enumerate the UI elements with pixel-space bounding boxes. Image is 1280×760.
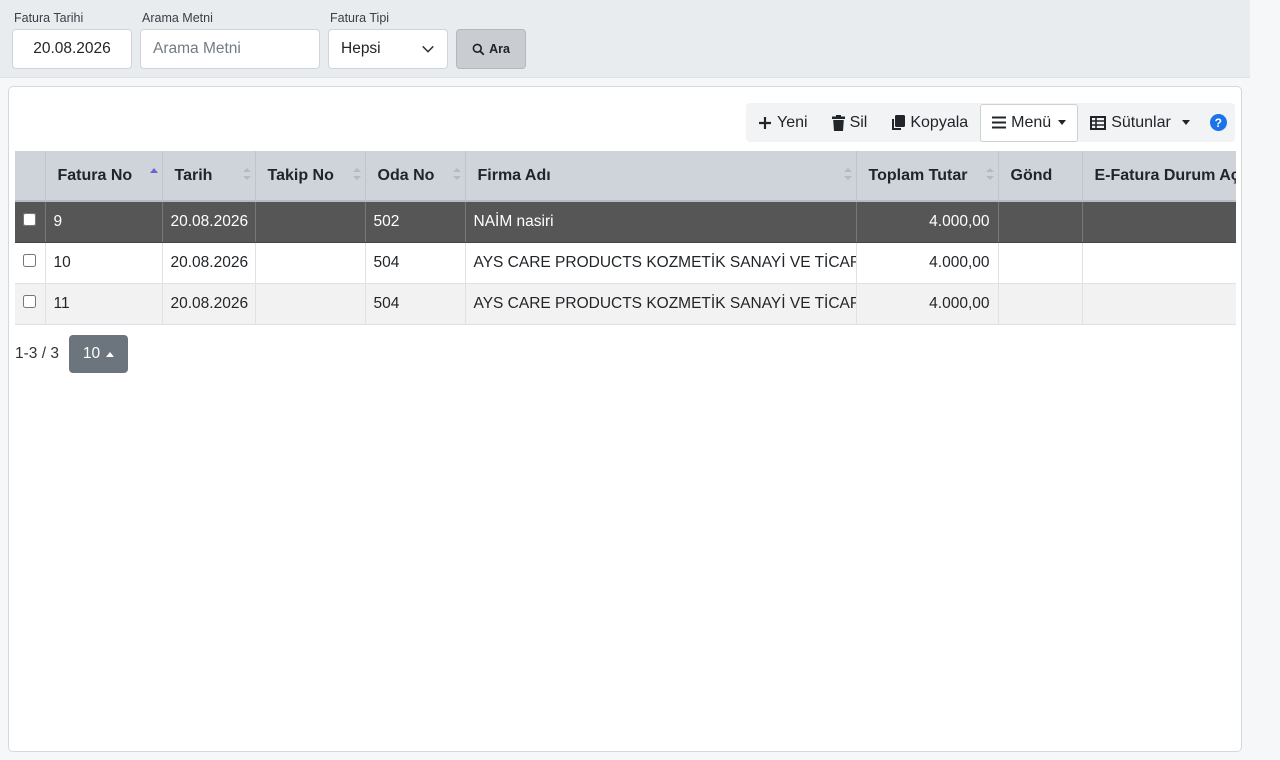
row-checkbox[interactable] [23,212,37,226]
row-select-cell [15,201,46,243]
delete-button[interactable]: Sil [820,103,880,142]
table-icon [1090,115,1107,130]
header-label: Tarih [174,166,213,184]
header-gond[interactable]: Gönd [998,151,1083,202]
pagination: 1-3 / 3 10 [15,335,128,373]
header-select [15,151,46,202]
menu-button-label: Menü [1011,113,1052,131]
cell-oda-no: 502 [365,201,466,243]
header-tarih[interactable]: Tarih [162,151,256,202]
sort-asc-icon [149,168,158,173]
sort-icon [843,168,852,180]
header-label: E-Fatura Durum Açıklama [1094,166,1237,184]
invoice-table-wrapper: Fatura No Tarih Takip No Oda No Firma Ad… [15,151,1236,327]
cell-efatura-durum [1082,283,1236,325]
sort-icon [352,168,361,180]
copy-button[interactable]: Kopyala [879,103,980,142]
hamburger-icon [992,116,1007,129]
cell-tarih: 20.08.2026 [162,201,256,243]
cell-firma-adi: AYS CARE PRODUCTS KOZMETİK SANAYİ VE TİC… [465,283,857,325]
search-button[interactable]: Ara [456,29,526,69]
table-header-row: Fatura No Tarih Takip No Oda No Firma Ad… [15,151,1237,202]
cell-firma-adi: AYS CARE PRODUCTS KOZMETİK SANAYİ VE TİC… [465,242,857,284]
row-select-cell [15,242,46,284]
invoice-type-label: Fatura Tipi [330,11,390,25]
page-size-button[interactable]: 10 [68,335,128,373]
header-firma-adi[interactable]: Firma Adı [465,151,857,202]
search-button-label: Ara [489,42,510,56]
cell-fatura-no: 11 [45,283,163,325]
page-size-value: 10 [82,345,101,362]
header-label: Gönd [1010,166,1053,184]
row-select-cell [15,283,46,325]
delete-button-label: Sil [849,113,868,131]
header-label: Oda No [377,166,435,184]
copy-button-label: Kopyala [910,113,969,131]
cell-efatura-durum [1082,242,1236,284]
header-oda-no[interactable]: Oda No [365,151,466,202]
cell-efatura-durum [1082,201,1236,243]
table-row[interactable]: 10 20.08.2026 504 AYS CARE PRODUCTS KOZM… [15,242,1236,284]
cell-tarih: 20.08.2026 [162,242,256,284]
caret-up-icon [106,351,115,357]
cell-fatura-no: 9 [45,201,163,243]
cell-fatura-no: 10 [45,242,163,284]
header-fatura-no[interactable]: Fatura No [45,151,163,202]
search-text-label: Arama Metni [142,11,213,25]
invoice-date-input[interactable]: 20.08.2026 [12,29,132,69]
header-label: Takip No [267,166,334,184]
cell-oda-no: 504 [365,242,466,284]
header-label: Fatura No [57,166,133,184]
copy-icon [892,114,906,130]
new-button[interactable]: Yeni [746,103,820,142]
cell-gond [998,242,1083,284]
cell-gond [998,283,1083,325]
cell-takip-no [255,283,366,325]
cell-tarih: 20.08.2026 [162,283,256,325]
columns-button[interactable]: Sütunlar [1078,103,1202,142]
plus-icon [759,116,771,129]
menu-button[interactable]: Menü [980,103,1079,142]
filter-bar: Fatura Tarihi 20.08.2026 Arama Metni Ara… [0,0,1250,78]
cell-toplam-tutar: 4.000,00 [856,283,999,325]
table-row[interactable]: 11 20.08.2026 504 AYS CARE PRODUCTS KOZM… [15,283,1236,325]
cell-takip-no [255,201,366,243]
caret-down-icon [1058,120,1067,125]
caret-down-icon [1181,120,1190,125]
cell-gond [998,201,1083,243]
row-checkbox[interactable] [23,253,37,267]
cell-oda-no: 504 [365,283,466,325]
toolbar: Yeni Sil Kopyala Menü Sütunlar ? [746,103,1235,142]
trash-icon [831,114,845,131]
header-takip-no[interactable]: Takip No [255,151,366,202]
sort-icon [985,168,994,180]
header-toplam-tutar[interactable]: Toplam Tutar [856,151,999,202]
sort-icon [452,168,461,180]
invoice-type-value: Hepsi [341,40,381,57]
new-button-label: Yeni [777,113,808,131]
row-checkbox[interactable] [23,294,37,308]
header-label: Firma Adı [477,166,551,184]
invoice-type-select[interactable]: Hepsi [328,29,448,69]
search-icon [472,43,485,55]
pagination-info: 1-3 / 3 [15,345,59,362]
columns-button-label: Sütunlar [1111,113,1171,131]
cell-takip-no [255,242,366,284]
table-row[interactable]: 9 20.08.2026 502 NAİM nasiri 4.000,00 [15,201,1236,243]
chevron-down-icon [422,45,434,53]
header-efatura-durum[interactable]: E-Fatura Durum Açıklama [1082,151,1237,202]
cell-firma-adi: NAİM nasiri [465,201,857,243]
header-label: Toplam Tutar [868,166,968,184]
cell-toplam-tutar: 4.000,00 [856,201,999,243]
sort-icon [242,168,251,180]
invoice-list-card: Yeni Sil Kopyala Menü Sütunlar ? Fatura … [8,86,1242,752]
cell-toplam-tutar: 4.000,00 [856,242,999,284]
invoice-table: Fatura No Tarih Takip No Oda No Firma Ad… [15,151,1236,325]
help-icon[interactable]: ? [1209,114,1227,131]
search-text-input[interactable]: Arama Metni [140,29,320,69]
invoice-date-label: Fatura Tarihi [14,11,84,25]
